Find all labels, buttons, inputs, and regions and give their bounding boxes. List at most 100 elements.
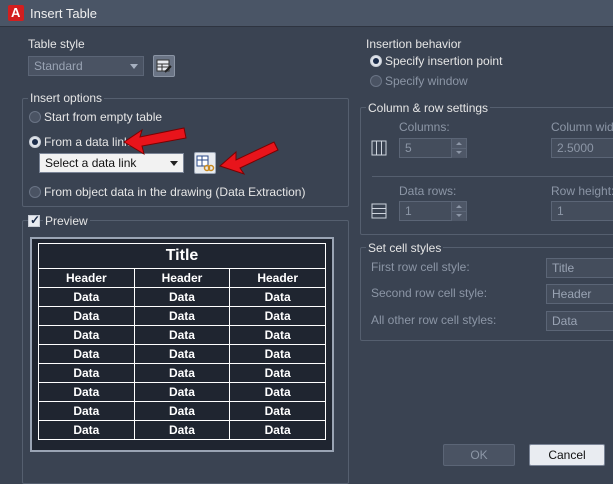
table-row: Data Data Data [38, 401, 326, 421]
preview-data-cell: Data [229, 325, 326, 345]
data-link-select-value: Select a data link [45, 156, 137, 170]
data-rows-value: 1 [405, 204, 412, 218]
preview-data-cell: Data [229, 401, 326, 421]
preview-header-cell: Header [38, 268, 135, 288]
preview-data-cell: Data [38, 287, 135, 307]
table-style-select[interactable]: Standard [28, 56, 144, 76]
empty-table-radio[interactable] [29, 111, 41, 123]
data-link-icon [196, 155, 215, 172]
cell-styles-label: Set cell styles [366, 241, 444, 255]
preview-data-cell: Data [229, 363, 326, 383]
preview-data-cell: Data [133, 401, 231, 421]
preview-label[interactable]: Preview [43, 214, 90, 228]
preview-data-cell: Data [133, 287, 231, 307]
preview-data-cell: Data [38, 401, 135, 421]
preview-data-cell: Data [133, 325, 231, 345]
second-row-style-label: Second row cell style: [371, 286, 488, 300]
spin-up-icon[interactable] [451, 139, 466, 148]
first-row-style-value: Title [552, 261, 575, 275]
title-bar: Insert Table [0, 0, 613, 27]
columns-value: 5 [405, 141, 412, 155]
preview-header-cell: Header [229, 268, 326, 288]
table-row: Data Data Data [38, 344, 326, 364]
preview-data-cell: Data [38, 382, 135, 402]
insert-options-label: Insert options [28, 91, 105, 105]
column-width-label: Column width [551, 120, 613, 134]
window-title: Insert Table [30, 6, 97, 21]
preview-data-cell: Data [133, 420, 231, 440]
autocad-app-icon [8, 5, 24, 21]
ok-button[interactable]: OK [443, 444, 515, 466]
column-width-value: 2.5000 [557, 141, 594, 155]
preview-data-cell: Data [133, 382, 231, 402]
first-row-style-select[interactable]: Title [546, 258, 613, 278]
dialog-body: Table style Standard Insert options Star… [0, 27, 613, 484]
insertion-point-radio[interactable] [370, 55, 382, 67]
divider [372, 176, 613, 177]
data-link-label[interactable]: From a data link [44, 135, 130, 149]
insertion-behavior-label: Insertion behavior [366, 37, 462, 51]
table-row: Data Data Data [38, 420, 326, 440]
preview-data-cell: Data [38, 325, 135, 345]
columns-icon [371, 140, 387, 156]
first-row-style-label: First row cell style: [371, 260, 470, 274]
preview-data-cell: Data [229, 382, 326, 402]
data-rows-label: Data rows: [399, 184, 457, 198]
data-rows-stepper[interactable]: 1 [399, 201, 467, 221]
table-style-label: Table style [28, 37, 85, 51]
rows-icon [371, 203, 387, 219]
spin-down-icon[interactable] [451, 148, 466, 158]
table-style-edit-icon [156, 59, 172, 73]
table-style-dialog-button[interactable] [153, 55, 175, 77]
table-preview: Title Header Header Header Data Data Data … [30, 237, 334, 452]
preview-data-cell: Data [133, 344, 231, 364]
table-row: Data Data Data [38, 306, 326, 326]
preview-data-cell: Data [229, 420, 326, 440]
insertion-point-label[interactable]: Specify insertion point [385, 54, 502, 68]
preview-checkbox[interactable] [28, 213, 40, 227]
other-row-style-value: Data [552, 314, 578, 328]
spin-up-icon[interactable] [451, 202, 466, 211]
columns-stepper[interactable]: 5 [399, 138, 467, 158]
cancel-button[interactable]: Cancel [529, 444, 605, 466]
preview-data-cell: Data [38, 420, 135, 440]
table-row: Data Data Data [38, 382, 326, 402]
specify-window-radio[interactable] [370, 75, 382, 87]
table-row: Data Data Data [38, 363, 326, 383]
object-data-label[interactable]: From object data in the drawing (Data Ex… [44, 185, 305, 199]
annotation-arrow-icon [123, 127, 187, 156]
chevron-down-icon [170, 161, 178, 166]
data-link-radio[interactable] [29, 136, 41, 148]
spin-down-icon[interactable] [451, 211, 466, 221]
preview-data-cell: Data [38, 363, 135, 383]
other-row-style-label: All other row cell styles: [371, 313, 497, 327]
column-row-label: Column & row settings [366, 101, 491, 115]
row-height-label: Row height: [551, 184, 613, 198]
row-height-stepper[interactable]: 1 [551, 201, 613, 221]
preview-table: Title Header Header Header Data Data Data … [38, 243, 326, 440]
second-row-style-select[interactable]: Header [546, 284, 613, 304]
empty-table-label[interactable]: Start from empty table [44, 110, 162, 124]
columns-label: Columns: [399, 120, 450, 134]
preview-data-cell: Data [229, 344, 326, 364]
preview-title-cell: Title [38, 243, 326, 269]
preview-data-cell: Data [38, 306, 135, 326]
other-row-style-select[interactable]: Data [546, 311, 613, 331]
preview-data-cell: Data [133, 363, 231, 383]
preview-data-cell: Data [133, 306, 231, 326]
table-row: Data Data Data [38, 287, 326, 307]
object-data-radio[interactable] [29, 186, 41, 198]
specify-window-label[interactable]: Specify window [385, 74, 468, 88]
table-style-value: Standard [34, 59, 83, 73]
preview-header-cell: Header [133, 268, 231, 288]
column-width-stepper[interactable]: 2.5000 [551, 138, 613, 158]
annotation-arrow-icon [219, 141, 279, 175]
data-link-manager-button[interactable] [194, 152, 216, 174]
row-height-value: 1 [557, 204, 564, 218]
chevron-down-icon [130, 64, 138, 69]
table-row: Data Data Data [38, 325, 326, 345]
preview-data-cell: Data [229, 306, 326, 326]
preview-data-cell: Data [38, 344, 135, 364]
second-row-style-value: Header [552, 287, 592, 301]
preview-data-cell: Data [229, 287, 326, 307]
